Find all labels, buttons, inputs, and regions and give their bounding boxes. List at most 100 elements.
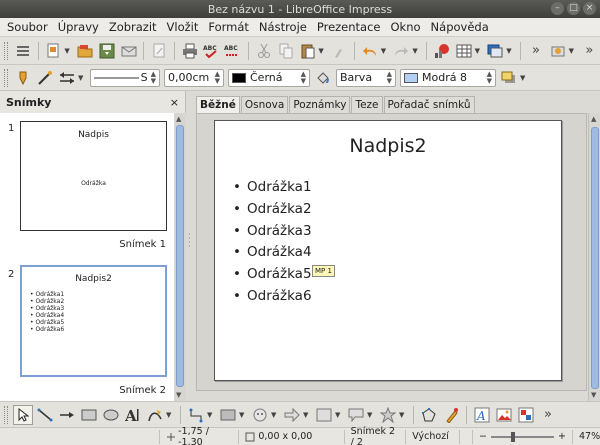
spin-icon[interactable]: ▲ ▼ xyxy=(151,70,156,85)
menu-nastroje[interactable]: Nástroje xyxy=(254,20,312,34)
shadow-icon[interactable] xyxy=(499,68,519,88)
chevron-down-icon[interactable]: ▼ xyxy=(520,74,528,82)
zoom-out-button[interactable]: − xyxy=(479,431,487,442)
edit-file-icon[interactable] xyxy=(149,41,169,61)
scroll-up-icon[interactable]: ▲ xyxy=(176,115,181,123)
styles-icon[interactable] xyxy=(13,68,33,88)
chevron-down-icon[interactable]: ▼ xyxy=(318,47,326,55)
connector-tool-icon[interactable] xyxy=(186,405,206,425)
spellcheck-icon[interactable]: ABC xyxy=(202,41,222,61)
toolbar-grip[interactable] xyxy=(4,405,8,424)
chevron-down-icon[interactable]: ▼ xyxy=(239,411,247,419)
toolbar-grip[interactable] xyxy=(4,41,8,60)
flowchart-icon[interactable] xyxy=(314,405,334,425)
text-tool-icon[interactable]: A xyxy=(123,405,143,425)
more-options-icon[interactable]: » xyxy=(538,405,558,425)
paste-icon[interactable] xyxy=(298,41,318,61)
line-style-select[interactable]: S ▲ ▼ xyxy=(90,68,160,87)
tab-poznamky[interactable]: Poznámky xyxy=(289,96,351,114)
close-button[interactable]: × xyxy=(583,2,596,15)
points-icon[interactable] xyxy=(419,405,439,425)
symbol-shapes-icon[interactable] xyxy=(250,405,270,425)
slides-scrollbar[interactable]: ▲ ▼ xyxy=(174,113,186,401)
stars-icon[interactable] xyxy=(378,405,398,425)
email-icon[interactable] xyxy=(119,41,139,61)
chevron-down-icon[interactable]: ▼ xyxy=(506,47,514,55)
spin-icon[interactable]: ▲ ▼ xyxy=(301,70,306,85)
tab-osnova[interactable]: Osnova xyxy=(240,96,289,114)
open-folder-icon[interactable] xyxy=(75,41,95,61)
toolbar-grip[interactable] xyxy=(4,68,8,87)
scroll-down-icon[interactable]: ▼ xyxy=(176,391,181,399)
menu-vlozit[interactable]: Vložit xyxy=(162,20,204,34)
tab-poradac-snimku[interactable]: Pořadač snímků xyxy=(383,96,475,114)
spin-icon[interactable]: ▲ ▼ xyxy=(487,70,492,85)
chevron-down-icon[interactable]: ▼ xyxy=(412,47,420,55)
curve-tool-icon[interactable] xyxy=(145,405,165,425)
basic-shapes-icon[interactable] xyxy=(218,405,238,425)
glue-points-icon[interactable] xyxy=(441,405,461,425)
more-options-icon[interactable]: » xyxy=(579,41,599,61)
line-icon[interactable] xyxy=(35,68,55,88)
rectangle-tool-icon[interactable] xyxy=(79,405,99,425)
main-scrollbar[interactable]: ▲ ▼ xyxy=(588,113,600,403)
chevron-down-icon[interactable]: ▼ xyxy=(271,411,279,419)
minimize-button[interactable]: – xyxy=(551,2,564,15)
slides-list[interactable]: 1 Nadpis Odrážka Snímek 1 2 Nadpis2 Odrá… xyxy=(0,113,174,401)
area-fill-icon[interactable] xyxy=(313,68,333,88)
arrow-style-icon[interactable] xyxy=(57,68,77,88)
undo-icon[interactable] xyxy=(360,41,380,61)
zoom-value[interactable]: 47% xyxy=(572,429,600,444)
chevron-down-icon[interactable]: ▼ xyxy=(569,47,577,55)
select-pointer-icon[interactable] xyxy=(13,404,33,425)
comment-marker[interactable]: MP 1 xyxy=(312,265,335,277)
line-tool-icon[interactable] xyxy=(35,405,55,425)
spin-icon[interactable]: ▲ ▼ xyxy=(387,70,392,85)
chevron-down-icon[interactable]: ▼ xyxy=(335,411,343,419)
chevron-down-icon[interactable]: ▼ xyxy=(78,74,86,82)
close-icon[interactable]: × xyxy=(170,96,179,109)
chevron-down-icon[interactable]: ▼ xyxy=(64,47,72,55)
scroll-down-icon[interactable]: ▼ xyxy=(591,391,596,399)
menu-format[interactable]: Formát xyxy=(203,20,254,34)
gallery-icon[interactable] xyxy=(516,405,536,425)
chart-icon[interactable] xyxy=(432,41,452,61)
print-icon[interactable] xyxy=(180,41,200,61)
help-agent-icon[interactable] xyxy=(548,41,568,61)
arrow-tool-icon[interactable] xyxy=(57,405,77,425)
copy-icon[interactable] xyxy=(276,41,296,61)
slide-title[interactable]: Nadpis2 xyxy=(215,135,561,157)
slide-bullets[interactable]: Odrážka1 Odrážka2 Odrážka3 Odrážka4 Odrá… xyxy=(233,177,312,308)
menu-prezentace[interactable]: Prezentace xyxy=(312,20,386,34)
new-document-icon[interactable] xyxy=(44,41,64,61)
menu-icon[interactable] xyxy=(13,41,33,61)
cut-icon[interactable] xyxy=(254,41,274,61)
chevron-down-icon[interactable]: ▼ xyxy=(399,411,407,419)
scrollbar-thumb[interactable] xyxy=(591,127,599,389)
insert-image-icon[interactable] xyxy=(494,405,514,425)
ellipse-tool-icon[interactable] xyxy=(101,405,121,425)
scrollbar-thumb[interactable] xyxy=(176,125,184,387)
chevron-down-icon[interactable]: ▼ xyxy=(207,411,215,419)
menu-zobrazit[interactable]: Zobrazit xyxy=(104,20,162,34)
chevron-down-icon[interactable]: ▼ xyxy=(381,47,389,55)
area-style-select[interactable]: Barva ▲ ▼ xyxy=(336,68,396,87)
save-icon[interactable] xyxy=(97,41,117,61)
more-options-icon[interactable]: » xyxy=(526,41,546,61)
zoom-control[interactable]: − + xyxy=(472,429,572,444)
menu-soubor[interactable]: Soubor xyxy=(2,20,53,34)
callouts-icon[interactable] xyxy=(346,405,366,425)
menu-upravy[interactable]: Úpravy xyxy=(53,20,104,34)
clone-formatting-icon[interactable] xyxy=(329,41,349,61)
autocheck-icon[interactable]: ABC xyxy=(224,41,244,61)
block-arrows-icon[interactable] xyxy=(282,405,302,425)
table-icon[interactable] xyxy=(454,41,474,61)
redo-icon[interactable] xyxy=(392,41,412,61)
fontwork-icon[interactable]: A xyxy=(472,405,492,425)
menu-okno[interactable]: Okno xyxy=(386,20,426,34)
line-color-select[interactable]: Černá ▲ ▼ xyxy=(228,68,310,87)
slide-workspace[interactable]: Nadpis2 Odrážka1 Odrážka2 Odrážka3 Odráž… xyxy=(196,113,587,391)
tab-teze[interactable]: Teze xyxy=(351,96,383,114)
slide-canvas[interactable]: Nadpis2 Odrážka1 Odrážka2 Odrážka3 Odráž… xyxy=(214,120,562,381)
area-color-select[interactable]: Modrá 8 ▲ ▼ xyxy=(400,68,496,87)
